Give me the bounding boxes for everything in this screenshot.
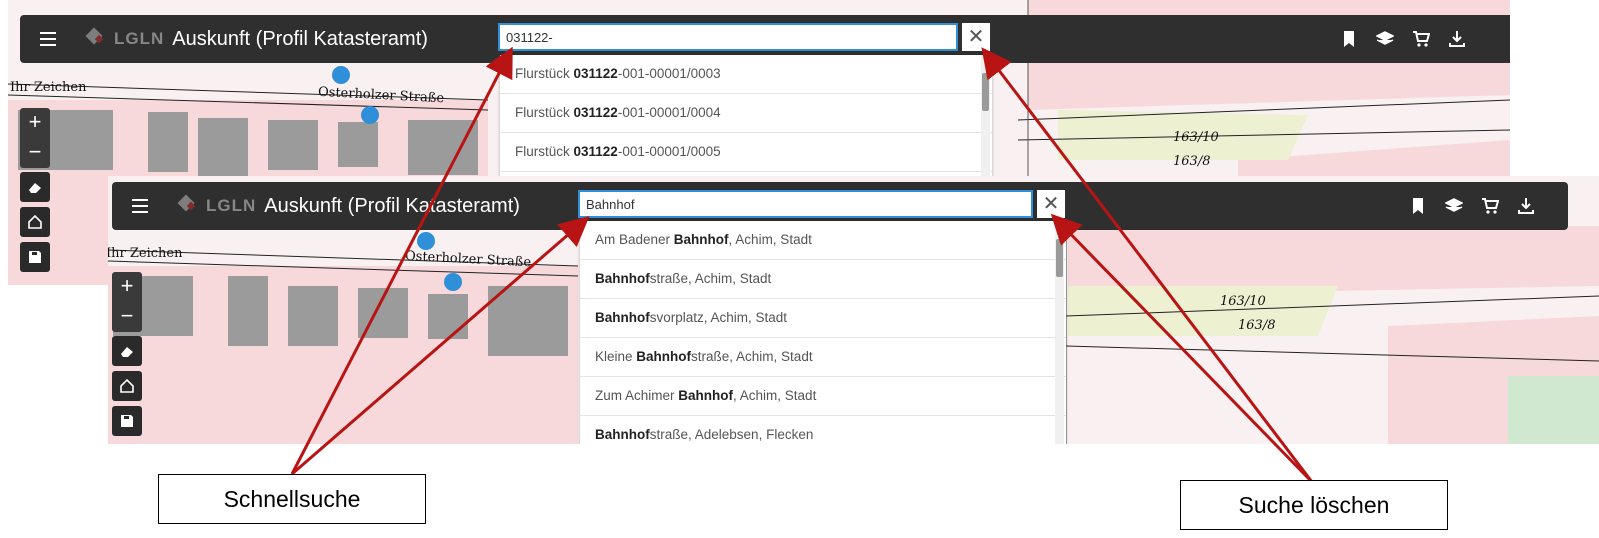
scrollbar-thumb[interactable] — [982, 73, 989, 111]
toolbar-icons — [1340, 15, 1466, 63]
search-box[interactable] — [498, 23, 958, 51]
menu-icon[interactable] — [126, 192, 154, 220]
save-icon — [29, 251, 41, 263]
lgln-logo: LGLN — [85, 26, 165, 52]
callout-clear-search: Suche löschen — [1180, 480, 1448, 530]
results-scrollbar[interactable] — [981, 55, 990, 179]
logo-text: LGLN — [114, 29, 165, 48]
save-icon — [121, 415, 133, 427]
zoom-control: + − — [20, 108, 50, 168]
layers-icon[interactable] — [1376, 30, 1394, 48]
download-icon[interactable] — [1517, 197, 1535, 215]
result-item[interactable]: Kleine Bahnhofstraße, Achim, Stadt — [580, 338, 1066, 377]
download-icon[interactable] — [1448, 30, 1466, 48]
parcel-label: 163/8 — [1238, 318, 1276, 333]
map-label-zeichen: Ihr Zeichen — [108, 246, 183, 261]
menu-icon[interactable] — [34, 25, 62, 53]
scrollbar-thumb[interactable] — [1056, 239, 1063, 277]
toolbar-icons — [1409, 182, 1535, 230]
result-item[interactable]: Bahnhofstraße, Adelebsen, Flecken — [580, 416, 1066, 444]
zoom-in-button[interactable]: + — [112, 272, 142, 302]
cart-icon[interactable] — [1481, 197, 1499, 215]
parcel-label: 163/8 — [1173, 154, 1211, 169]
layers-icon[interactable] — [1445, 197, 1463, 215]
screenshot-panel-2: Osterholzer Straße Ihr Zeichen 163/10 16… — [108, 176, 1599, 444]
eraser-button[interactable] — [112, 336, 142, 366]
result-item[interactable]: Bahnhofsvorplatz, Achim, Stadt — [580, 299, 1066, 338]
home-icon — [28, 214, 42, 229]
lgln-logo: LGLN — [177, 193, 257, 219]
eraser-icon — [29, 183, 41, 193]
zoom-control: + − — [112, 272, 142, 332]
logo-text: LGLN — [206, 196, 257, 215]
result-item[interactable]: Flurstück 031122-001-00001/0003 — [500, 55, 992, 94]
result-item[interactable]: Bahnhofstraße, Achim, Stadt — [580, 260, 1066, 299]
bookmark-icon[interactable] — [1409, 197, 1427, 215]
callout-quick-search: Schnellsuche — [158, 474, 426, 524]
home-button[interactable] — [20, 207, 50, 237]
cart-icon[interactable] — [1412, 30, 1430, 48]
eraser-button[interactable] — [20, 172, 50, 202]
result-item[interactable]: Am Badener Bahnhof, Achim, Stadt — [580, 221, 1066, 260]
eraser-icon — [121, 347, 133, 357]
search-results-dropdown: Am Badener Bahnhof, Achim, Stadt Bahnhof… — [580, 221, 1066, 444]
app-title: Auskunft (Profil Katasteramt) — [264, 194, 520, 217]
save-button[interactable] — [112, 406, 142, 436]
parcel-label: 163/10 — [1220, 294, 1266, 309]
clear-search-button[interactable]: ✕ — [962, 23, 990, 51]
zoom-in-button[interactable]: + — [20, 108, 50, 138]
search-input[interactable] — [580, 192, 1031, 216]
search-input[interactable] — [500, 25, 956, 49]
home-icon — [120, 378, 134, 393]
search-box[interactable] — [578, 190, 1033, 218]
home-button[interactable] — [112, 371, 142, 401]
result-item[interactable]: Flurstück 031122-001-00001/0004 — [500, 94, 992, 133]
map-label-zeichen: Ihr Zeichen — [10, 80, 87, 95]
parcel-label: 163/10 — [1173, 130, 1219, 145]
search-results-dropdown: Flurstück 031122-001-00001/0003 Flurstüc… — [500, 55, 992, 179]
result-item[interactable]: Zum Achimer Bahnhof, Achim, Stadt — [580, 377, 1066, 416]
bookmark-icon[interactable] — [1340, 30, 1358, 48]
app-title: Auskunft (Profil Katasteramt) — [172, 27, 428, 50]
clear-search-button[interactable]: ✕ — [1037, 190, 1065, 218]
result-item[interactable]: Flurstück 031122-001-00001/0005 — [500, 133, 992, 172]
zoom-out-button[interactable]: − — [112, 302, 142, 332]
zoom-out-button[interactable]: − — [20, 138, 50, 168]
save-button[interactable] — [20, 242, 50, 272]
results-scrollbar[interactable] — [1055, 221, 1064, 444]
